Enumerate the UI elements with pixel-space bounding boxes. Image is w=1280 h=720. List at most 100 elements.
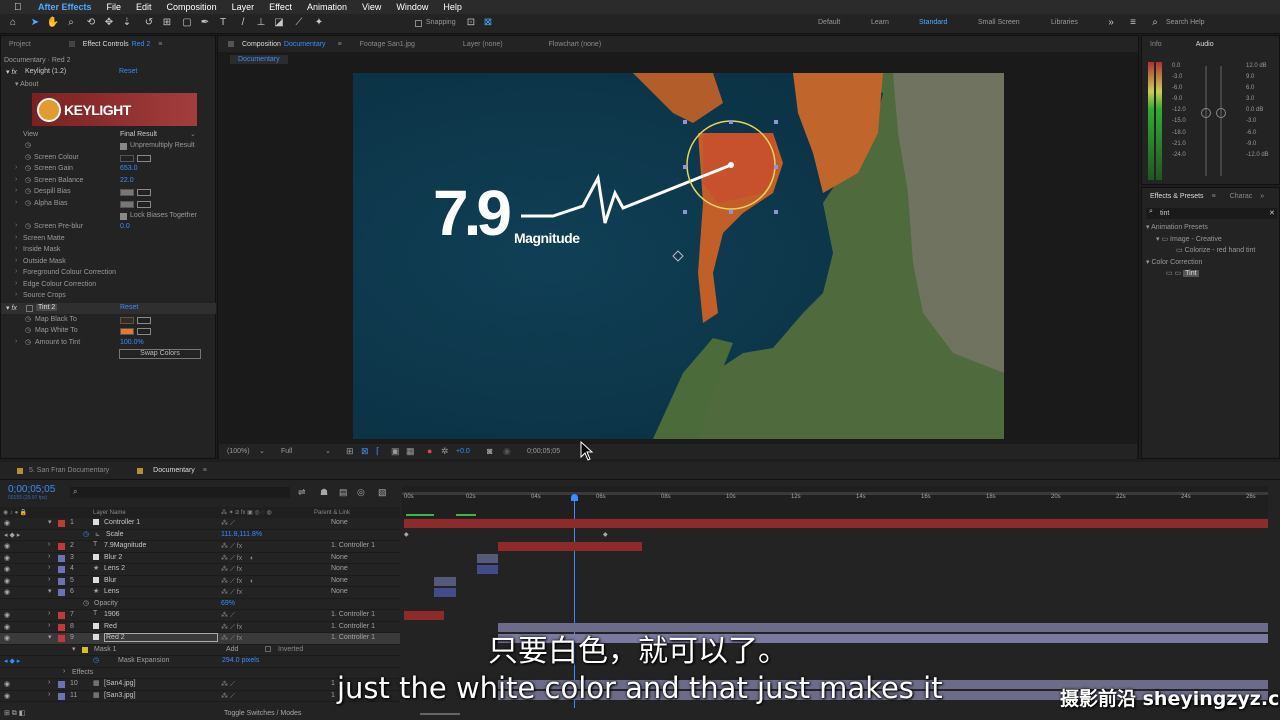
menu-edit[interactable]: Edit <box>136 2 152 12</box>
lock-biases-checkbox[interactable] <box>120 213 127 220</box>
amount-to-tint-value[interactable]: 100.0% <box>120 339 144 346</box>
menu-animation[interactable]: Animation <box>307 2 347 12</box>
unpremultiply-checkbox[interactable] <box>120 143 127 150</box>
home-icon[interactable]: ⌂ <box>6 17 20 28</box>
grid-icon[interactable]: ⊞ <box>346 446 354 457</box>
time-ruler[interactable]: 00s 02s 04s 06s 08s 10s 12s 14s 16s 18s … <box>402 486 1268 518</box>
tree-color-correction[interactable]: ▾ Color Correction <box>1146 258 1202 266</box>
panel-menu-icon[interactable]: ≡ <box>1212 193 1216 200</box>
layer-row-opacity[interactable]: ◷ Opacity 69% <box>0 599 400 610</box>
layer-row-2[interactable]: ◉ › 2 T 7.9Magnitude ⁂ ⟋ fx 1. Controller 1 <box>0 541 400 553</box>
workspace-default[interactable]: Default <box>818 19 840 26</box>
fx-toggle-icon[interactable] <box>26 305 33 312</box>
layer-row-5[interactable]: ◉ › 5 Blur ⁂ ⟋ fx ◐ None <box>0 576 400 587</box>
resolution-dropdown[interactable]: Full <box>281 448 292 455</box>
snap-options-icon[interactable]: ⊡ <box>464 17 478 28</box>
comp-mini-flowchart-icon[interactable]: ⇌ <box>298 487 306 498</box>
workspace-menu-icon[interactable]: ≡ <box>1126 17 1140 28</box>
tab-footage[interactable]: Footage San1.jpg <box>360 41 415 48</box>
swap-colors-button[interactable]: Swap Colors <box>119 349 201 359</box>
screen-colour-swatch[interactable] <box>120 155 134 162</box>
tab-composition[interactable]: Composition <box>242 41 281 48</box>
tab-project[interactable]: Project <box>9 41 31 48</box>
menu-help[interactable]: Help <box>443 2 462 12</box>
pan-camera-icon[interactable]: ✥ <box>102 17 116 28</box>
row-outside-mask[interactable]: › Outside Mask <box>1 257 216 268</box>
tab-info[interactable]: Info <box>1150 41 1162 48</box>
shy-layers-icon[interactable]: ▤ <box>339 487 348 498</box>
motion-blur-icon[interactable]: ◎ <box>357 487 365 498</box>
viewer-timecode[interactable]: 0;00;05;05 <box>527 448 560 455</box>
layer-bar-2[interactable] <box>498 542 642 551</box>
tab-flowchart[interactable]: Flowchart (none) <box>549 41 602 48</box>
selection-tool-icon[interactable]: ➤ <box>28 17 42 28</box>
layer-bar-3[interactable] <box>477 554 498 563</box>
orbit-camera-icon[interactable]: ⟲ <box>84 17 98 28</box>
timeline-timecode[interactable]: 0;00;05;05 <box>8 484 55 495</box>
workspace-libraries[interactable]: Libraries <box>1051 19 1078 26</box>
mask-tool-icon[interactable]: ▢ <box>180 17 194 28</box>
panel-menu-icon[interactable]: ≡ <box>158 41 162 48</box>
layer-row-6[interactable]: ◉ ▾ 6 ★ Lens ⁂ ⟋ fx None <box>0 587 400 599</box>
mask-row[interactable]: ▾ Mask 1 Add Inverted <box>0 645 400 656</box>
effect-name-tint[interactable]: Tint 2 <box>36 304 58 311</box>
menu-effect[interactable]: Effect <box>269 2 292 12</box>
snap-feather-icon[interactable]: ⊠ <box>481 17 495 28</box>
layer-bar-1[interactable] <box>404 519 1268 528</box>
tint-reset-link[interactable]: Reset <box>120 304 138 311</box>
lock-icon[interactable] <box>68 41 75 47</box>
despill-bias-swatch[interactable] <box>120 189 134 196</box>
eyedropper-icon[interactable] <box>137 189 151 196</box>
clone-stamp-icon[interactable]: ⊥ <box>254 17 268 28</box>
menu-layer[interactable]: Layer <box>232 2 255 12</box>
mask-visibility-icon[interactable]: ⌈ <box>376 446 380 457</box>
draft-3d-icon[interactable]: ☗ <box>320 487 328 498</box>
row-edge-colour-correction[interactable]: › Edge Colour Correction <box>1 280 216 291</box>
pan-behind-icon[interactable]: ⊞ <box>160 17 174 28</box>
audio-slider-knob-right[interactable] <box>1216 108 1226 118</box>
layer-bar-4[interactable] <box>477 565 498 574</box>
composition-subtab[interactable]: Documentary <box>230 55 288 64</box>
tab-layer[interactable]: Layer (none) <box>463 41 503 48</box>
zoom-dropdown[interactable]: (100%) <box>227 448 250 455</box>
menu-file[interactable]: File <box>107 2 122 12</box>
menu-window[interactable]: Window <box>396 2 428 12</box>
mask-expansion-row[interactable]: ◂ ◆ ▸ ◷ Mask Expansion 294.0 pixels <box>0 656 400 668</box>
workspace-learn[interactable]: Learn <box>871 19 889 26</box>
lock-icon[interactable] <box>228 41 234 47</box>
layer-row-4[interactable]: ◉ › 4 ★ Lens 2 ⁂ ⟋ fx None <box>0 564 400 576</box>
layer-row-3[interactable]: ◉ › 3 Blur 2 ⁂ ⟋ fx ◐ None <box>0 553 400 564</box>
workspace-standard[interactable]: Standard <box>919 19 947 26</box>
composition-canvas[interactable]: 7.9 Magnitude <box>353 73 1004 439</box>
keyframe-icon[interactable]: ◆ <box>603 531 608 538</box>
color-management-icon[interactable]: ✲ <box>441 446 449 457</box>
menu-after-effects[interactable]: After Effects <box>38 2 92 12</box>
audio-slider-knob-left[interactable] <box>1201 108 1211 118</box>
view-dropdown[interactable]: Final Result <box>120 131 157 138</box>
mask-expansion-value[interactable]: 294.0 pixels <box>222 657 259 664</box>
map-black-swatch[interactable] <box>120 317 134 324</box>
timeline-search-input[interactable]: ⌕ <box>70 487 290 498</box>
row-source-crops[interactable]: › Source Crops <box>1 291 216 302</box>
tab-documentary[interactable]: Documentary <box>153 467 195 474</box>
map-white-swatch[interactable] <box>120 328 134 335</box>
pen-tool-icon[interactable]: ✒ <box>198 17 212 28</box>
keylight-reset-link[interactable]: Reset <box>119 68 137 75</box>
rotate-tool-icon[interactable]: ↺ <box>142 17 156 28</box>
workspace-overflow-icon[interactable]: » <box>1104 17 1118 28</box>
tree-image-creative[interactable]: ▾ ▭ Image - Creative <box>1156 235 1222 243</box>
screen-balance-value[interactable]: 22.0 <box>120 177 134 184</box>
eyedropper-icon[interactable] <box>137 328 151 335</box>
scale-value[interactable]: 111.8,111.8% <box>221 531 262 538</box>
zoom-tool-icon[interactable]: ⌕ <box>64 17 78 28</box>
overflow-icon[interactable]: » <box>1260 193 1264 200</box>
layer-row-scale[interactable]: ◂ ◆ ▸ ◷ ⊾ Scale 111.8,111.8% <box>0 530 400 541</box>
show-snapshot-icon[interactable]: ◉ <box>503 446 511 457</box>
menu-composition[interactable]: Composition <box>167 2 217 12</box>
layer-row-7[interactable]: ◉ › 7 T 1906 ⁂ ⟋ 1. Controller 1 <box>0 610 400 622</box>
exposure-value[interactable]: +0.0 <box>456 448 470 455</box>
snapping-checkbox[interactable] <box>415 20 422 27</box>
row-screen-matte[interactable]: › Screen Matte <box>1 234 216 245</box>
workspace-small-screen[interactable]: Small Screen <box>978 19 1020 26</box>
toggle-switches-modes[interactable]: Toggle Switches / Modes <box>224 710 301 717</box>
